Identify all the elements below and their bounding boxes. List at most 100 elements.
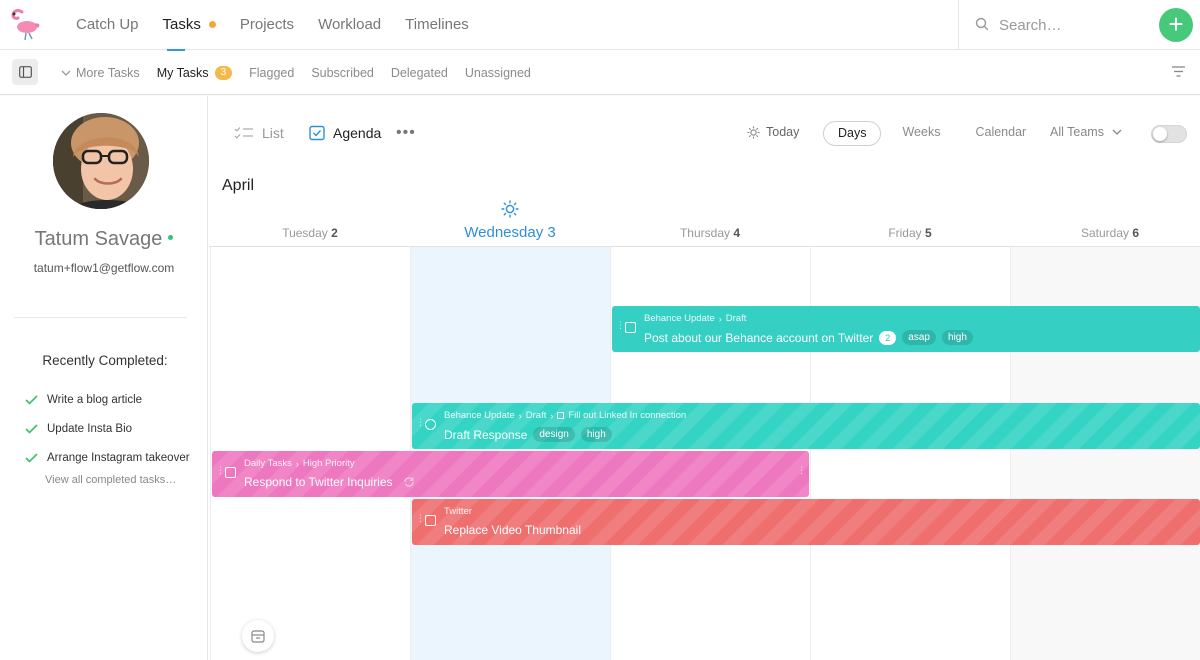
resize-handle-icon[interactable]: ⋮ — [797, 466, 806, 475]
teams-label: All Teams — [1050, 125, 1104, 139]
range-days-button[interactable]: Days — [823, 121, 882, 146]
task-section: Draft — [525, 410, 547, 421]
flamingo-logo-icon[interactable] — [8, 6, 44, 42]
parent-task-checkbox-icon — [557, 412, 565, 419]
breadcrumb-separator: › — [718, 313, 722, 324]
notification-dot — [208, 20, 216, 28]
teams-dropdown[interactable]: All Teams — [1050, 125, 1123, 139]
sidebar-panel-icon — [18, 66, 32, 78]
task-title-text: Replace Video Thumbnail — [444, 523, 581, 537]
task-count-badge: 3 — [214, 66, 233, 80]
completed-task-item[interactable]: Write a blog article — [25, 385, 190, 414]
task-checkbox[interactable] — [425, 515, 436, 526]
today-button[interactable]: Today — [747, 125, 799, 139]
drag-handle-icon[interactable]: ⋮ — [416, 514, 425, 523]
view-toggle-switch[interactable] — [1151, 125, 1187, 143]
nav-projects[interactable]: Projects — [228, 0, 306, 50]
task-checkbox[interactable] — [225, 467, 236, 478]
parent-task: Fill out Linked In connection — [568, 410, 687, 421]
top-navigation: Catch Up Tasks Projects Workload Timelin… — [0, 0, 1200, 51]
add-task-button[interactable]: + — [1159, 8, 1193, 42]
range-tabs: Days Weeks Calendar — [823, 121, 1047, 146]
nav-tasks[interactable]: Tasks — [151, 0, 228, 51]
day-header-wednesday: Wednesday 3 — [410, 224, 610, 241]
search-input[interactable] — [999, 14, 1139, 36]
nav-catch-up[interactable]: Catch Up — [64, 0, 151, 50]
drag-handle-icon[interactable]: ⋮ — [416, 418, 425, 427]
checkmark-icon — [25, 394, 38, 405]
sun-icon — [747, 125, 760, 139]
day-name: Wednesday — [464, 224, 544, 241]
search-area: + — [958, 0, 1200, 50]
user-email: tatum+flow1@getflow.com — [33, 261, 175, 275]
task-checkbox[interactable] — [625, 322, 636, 333]
day-number: 6 — [1132, 226, 1140, 240]
agenda-view-button[interactable]: Agenda — [309, 125, 381, 141]
archive-button[interactable] — [242, 620, 274, 652]
tab-unassigned[interactable]: Unassigned — [465, 66, 531, 80]
task-title: Respond to Twitter Inquiries — [244, 475, 415, 489]
task-project: Daily Tasks — [244, 458, 292, 469]
tab-label: Unassigned — [464, 66, 531, 80]
more-options-button[interactable]: ••• — [396, 124, 416, 142]
task-bar[interactable]: ⋮ Behance Update › Draft › Fill out Linked I… — [412, 403, 1200, 449]
checklist-icon — [234, 127, 253, 139]
day-name: Thursday — [679, 226, 730, 240]
drag-handle-icon[interactable]: ⋮ — [616, 321, 625, 330]
task-title-text: Respond to Twitter Inquiries — [244, 475, 393, 489]
tab-flagged[interactable]: Flagged — [249, 66, 294, 80]
chevron-down-icon — [61, 70, 71, 76]
nav-label: Timelines — [405, 16, 469, 33]
task-section: High Priority — [302, 458, 355, 469]
tag-high[interactable]: high — [941, 330, 973, 345]
list-view-button[interactable]: List — [234, 125, 284, 141]
task-bar[interactable]: ⋮ Behance Update › Draft Post about our Be… — [612, 306, 1200, 352]
tag-design[interactable]: design — [533, 427, 575, 442]
tab-subscribed[interactable]: Subscribed — [311, 66, 374, 80]
tab-delegated[interactable]: Delegated — [391, 66, 448, 80]
sidebar-toggle-button[interactable] — [12, 59, 38, 85]
day-header-friday: Friday 5 — [810, 226, 1010, 240]
drag-handle-icon[interactable]: ⋮ — [216, 466, 225, 475]
task-title: Draft Response design high — [444, 427, 612, 442]
day-name: Friday — [888, 226, 922, 240]
nav-label: Catch Up — [76, 16, 139, 33]
range-calendar-button[interactable]: Calendar — [961, 121, 1040, 146]
day-number: 3 — [547, 224, 556, 241]
task-title: Replace Video Thumbnail — [444, 523, 581, 537]
subtabs: More Tasks My Tasks 3 Flagged Subscribed… — [60, 51, 548, 95]
day-header-tuesday: Tuesday 2 — [210, 226, 410, 240]
tab-label: Subscribed — [311, 66, 374, 80]
repeat-icon — [403, 477, 414, 487]
tag-high[interactable]: high — [580, 427, 612, 442]
user-name: Tatum Savage — [0, 228, 208, 251]
task-bar[interactable]: ⋮ ⋮ Daily Tasks › High Priority Respond to… — [212, 451, 809, 497]
tab-label: My Tasks — [156, 66, 209, 80]
breadcrumb-separator: › — [295, 458, 299, 469]
checkmark-icon — [25, 423, 38, 434]
nav-timelines[interactable]: Timelines — [393, 0, 481, 50]
chevron-down-icon — [1112, 129, 1122, 135]
subtask-checkbox[interactable] — [425, 419, 436, 430]
task-project: Behance Update — [644, 313, 715, 324]
nav-label: Tasks — [162, 16, 201, 33]
tag-asap[interactable]: asap — [902, 330, 936, 345]
day-name: Saturday — [1080, 226, 1129, 240]
nav-label: Projects — [239, 16, 295, 33]
tab-more-tasks[interactable]: More Tasks — [60, 66, 140, 80]
range-weeks-button[interactable]: Weeks — [888, 121, 954, 146]
task-bar[interactable]: ⋮ Twitter Replace Video Thumbnail — [412, 499, 1200, 545]
task-project: Behance Update — [444, 410, 515, 421]
completed-task-item[interactable]: Arrange Instagram takeover — [25, 443, 190, 472]
view-all-completed-link[interactable]: View all completed tasks… — [45, 474, 176, 486]
completed-task-item[interactable]: Update Insta Bio — [25, 414, 190, 443]
tab-label: Flagged — [249, 66, 295, 80]
filter-icon[interactable] — [1171, 65, 1186, 78]
avatar[interactable] — [53, 113, 149, 209]
breadcrumb-separator: › — [518, 410, 522, 421]
tab-my-tasks[interactable]: My Tasks 3 — [156, 66, 233, 80]
task-breadcrumb: Daily Tasks › High Priority — [244, 458, 355, 469]
nav-workload[interactable]: Workload — [306, 0, 393, 50]
task-title-text: Post about our Behance account on Twitte… — [644, 330, 874, 345]
task-project: Twitter — [444, 506, 472, 517]
